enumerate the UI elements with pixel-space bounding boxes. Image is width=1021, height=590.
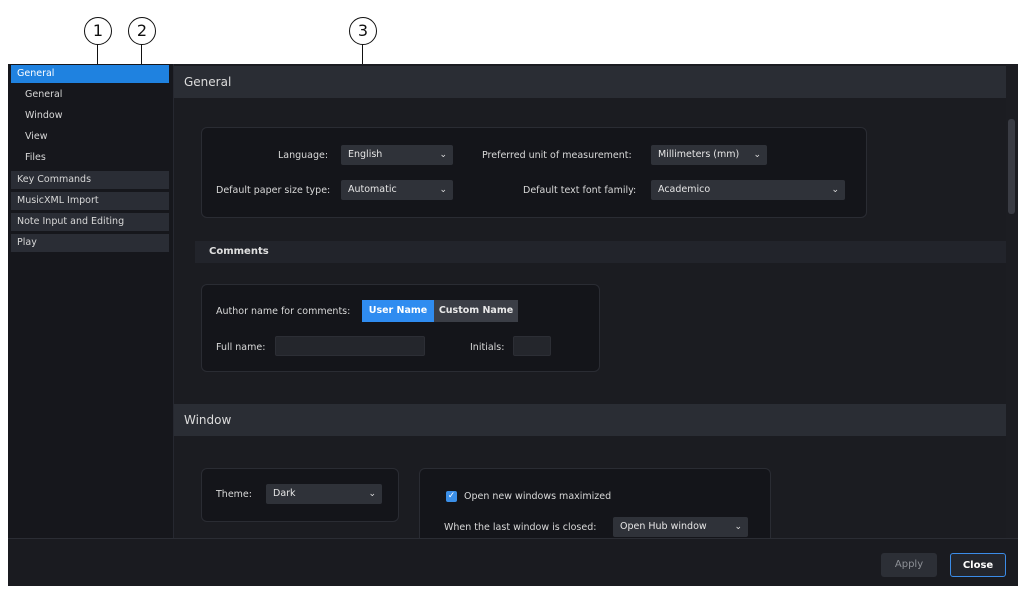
language-dropdown[interactable]: English ⌄ (341, 145, 453, 165)
content-scrollbar[interactable] (1006, 64, 1018, 538)
section-header-general: General (174, 66, 1006, 98)
sidebar-subitem-window[interactable]: Window (11, 107, 62, 125)
font-family-value: Academico (658, 184, 711, 195)
sidebar-item-play[interactable]: Play (11, 234, 169, 252)
sidebar-item-note-input[interactable]: Note Input and Editing (11, 213, 169, 231)
callout-1: 1 (84, 17, 112, 45)
sidebar-subitem-files[interactable]: Files (11, 149, 46, 167)
initials-label: Initials: (470, 342, 505, 353)
unit-value: Millimeters (mm) (658, 149, 740, 160)
language-label: Language: (278, 150, 329, 161)
chevron-down-icon: ⌄ (831, 185, 839, 195)
dialog-footer: Apply Close (8, 538, 1018, 586)
callout-3: 3 (349, 17, 377, 45)
unit-dropdown[interactable]: Millimeters (mm) ⌄ (651, 145, 767, 165)
category-sidebar: General General Window View Files Key Co… (8, 64, 174, 538)
apply-button[interactable]: Apply (881, 553, 937, 577)
last-window-closed-value: Open Hub window (620, 521, 707, 532)
sidebar-subitem-general[interactable]: General (11, 86, 62, 104)
section-header-comments: Comments (195, 241, 1006, 263)
sidebar-item-general[interactable]: General (11, 65, 169, 83)
author-name-label: Author name for comments: (216, 306, 351, 317)
chevron-down-icon: ⌄ (734, 522, 742, 532)
full-name-label: Full name: (216, 342, 266, 353)
comments-panel (201, 284, 600, 372)
custom-name-toggle[interactable]: Custom Name (434, 300, 518, 322)
paper-size-value: Automatic (348, 184, 397, 195)
section-header-window: Window (174, 404, 1006, 436)
user-name-toggle[interactable]: User Name (362, 300, 434, 322)
theme-dropdown[interactable]: Dark ⌄ (266, 484, 382, 504)
theme-label: Theme: (216, 489, 252, 500)
theme-value: Dark (273, 488, 296, 499)
checkmark-icon: ✓ (447, 491, 456, 501)
chevron-down-icon: ⌄ (439, 150, 447, 160)
last-window-closed-label: When the last window is closed: (444, 522, 597, 533)
chevron-down-icon: ⌄ (439, 185, 447, 195)
paper-size-label: Default paper size type: (216, 185, 331, 196)
font-family-dropdown[interactable]: Academico ⌄ (651, 180, 845, 200)
chevron-down-icon: ⌄ (368, 489, 376, 499)
font-family-label: Default text font family: (523, 185, 637, 196)
chevron-down-icon: ⌄ (753, 150, 761, 160)
unit-label: Preferred unit of measurement: (482, 150, 632, 161)
preferences-content: General Language: English ⌄ Default pape… (174, 64, 1006, 538)
scrollbar-thumb[interactable] (1008, 119, 1015, 214)
language-value: English (348, 149, 383, 160)
last-window-closed-dropdown[interactable]: Open Hub window ⌄ (613, 517, 748, 537)
full-name-input[interactable] (275, 336, 425, 356)
initials-input[interactable] (513, 336, 551, 356)
sidebar-subitem-view[interactable]: View (11, 128, 48, 146)
close-button[interactable]: Close (950, 553, 1006, 577)
callout-2: 2 (128, 17, 156, 45)
paper-size-dropdown[interactable]: Automatic ⌄ (341, 180, 453, 200)
sidebar-item-key-commands[interactable]: Key Commands (11, 171, 169, 189)
maximized-label: Open new windows maximized (464, 491, 612, 502)
general-settings-panel (201, 127, 867, 218)
sidebar-item-musicxml-import[interactable]: MusicXML Import (11, 192, 169, 210)
preferences-window: General General Window View Files Key Co… (8, 64, 1018, 586)
maximized-checkbox[interactable]: ✓ (446, 491, 457, 502)
